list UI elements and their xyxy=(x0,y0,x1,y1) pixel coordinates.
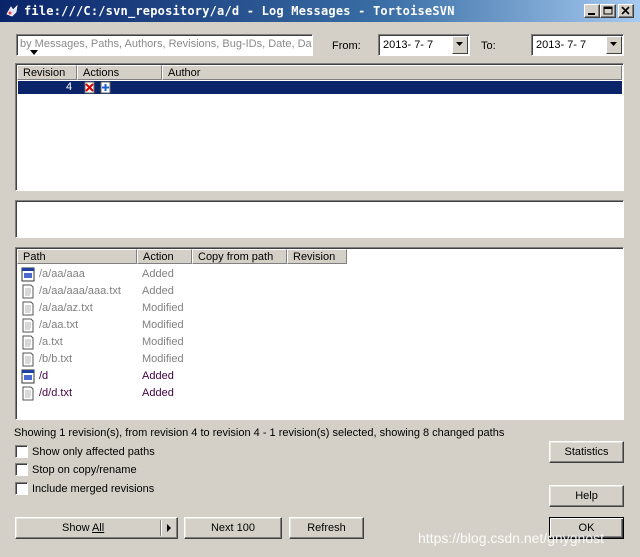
path-cell: /d/d.txt xyxy=(39,387,73,399)
action-cell: Added xyxy=(142,285,174,297)
show-affected-checkbox[interactable] xyxy=(15,445,28,458)
show-affected-label[interactable]: Show only affected paths xyxy=(32,446,155,458)
show-all-label: Show xyxy=(62,522,92,534)
search-input[interactable]: by Messages, Paths, Authors, Revisions, … xyxy=(16,34,313,56)
from-date-picker[interactable]: 2013- 7- 7 xyxy=(378,34,470,56)
from-date-dropdown-button[interactable] xyxy=(452,36,468,54)
include-merged-label[interactable]: Include merged revisions xyxy=(32,483,154,495)
title-bar[interactable]: file:///C:/svn_repository/a/d - Log Mess… xyxy=(0,0,640,22)
action-cell: Modified xyxy=(142,336,184,348)
column-header-copy-from-path[interactable]: Copy from path xyxy=(192,249,287,264)
stop-on-copy-label[interactable]: Stop on copy/rename xyxy=(32,464,137,476)
show-all-button[interactable]: Show All xyxy=(15,517,178,539)
text-file-icon xyxy=(22,386,34,401)
path-row[interactable]: /a.txt Modified xyxy=(19,334,609,351)
maximize-icon xyxy=(603,6,613,15)
column-header-revision[interactable]: Revision xyxy=(287,249,347,264)
from-label: From: xyxy=(332,40,361,52)
stop-on-copy-checkbox[interactable] xyxy=(15,463,28,476)
column-header-action[interactable]: Action xyxy=(137,249,192,264)
path-cell: /b/b.txt xyxy=(39,353,73,365)
help-button[interactable]: Help xyxy=(549,485,624,507)
revisions-list[interactable]: Revision Actions Author 4 xyxy=(15,63,624,191)
chevron-down-icon xyxy=(610,42,617,46)
column-header-actions[interactable]: Actions xyxy=(77,65,162,80)
maximize-button[interactable] xyxy=(600,4,616,18)
minimize-button[interactable] xyxy=(584,4,600,18)
to-date-dropdown-button[interactable] xyxy=(606,36,622,54)
path-cell: /a/aa.txt xyxy=(39,319,79,331)
search-filter-dropdown-icon[interactable] xyxy=(30,50,38,56)
text-file-icon xyxy=(22,318,34,333)
window-title: file:///C:/svn_repository/a/d - Log Mess… xyxy=(24,4,455,18)
action-cell: Added xyxy=(142,387,174,399)
split-divider xyxy=(160,520,161,536)
delete-action-icon xyxy=(84,81,95,94)
minimize-icon xyxy=(588,13,595,15)
tortoise-svn-icon xyxy=(6,4,18,17)
path-cell: /a.txt xyxy=(39,336,63,348)
statistics-button[interactable]: Statistics xyxy=(549,441,624,463)
to-date-picker[interactable]: 2013- 7- 7 xyxy=(531,34,624,56)
path-row[interactable]: /d/d.txt Added xyxy=(19,385,609,402)
path-cell: /a/aa/aaa xyxy=(39,268,85,280)
add-action-icon xyxy=(100,81,111,94)
path-row[interactable]: /d Added xyxy=(19,368,609,385)
refresh-button[interactable]: Refresh xyxy=(289,517,364,539)
close-icon xyxy=(621,6,630,15)
column-header-path[interactable]: Path xyxy=(17,249,137,264)
action-cell: Modified xyxy=(142,319,184,331)
log-messages-window: file:///C:/svn_repository/a/d - Log Mess… xyxy=(0,0,640,557)
close-button[interactable] xyxy=(618,4,634,18)
path-row[interactable]: /a/aa/aaa Added xyxy=(19,266,609,283)
path-row[interactable]: /a/aa/aaa/aaa.txt Added xyxy=(19,283,609,300)
folder-file-icon xyxy=(21,369,35,384)
column-header-author[interactable]: Author xyxy=(162,65,622,80)
revision-row[interactable]: 4 xyxy=(18,81,622,94)
status-text: Showing 1 revision(s), from revision 4 t… xyxy=(14,427,505,439)
action-cell: Added xyxy=(142,370,174,382)
revision-number: 4 xyxy=(66,81,73,93)
show-all-label-accel: All xyxy=(91,522,105,534)
chevron-right-icon[interactable] xyxy=(164,522,174,534)
path-row[interactable]: /a/aa/az.txt Modified xyxy=(19,300,609,317)
changed-paths-list[interactable]: Path Action Copy from path Revision /a/a… xyxy=(15,247,624,420)
path-row[interactable]: /b/b.txt Modified xyxy=(19,351,609,368)
path-row[interactable]: /a/aa.txt Modified xyxy=(19,317,609,334)
action-cell: Modified xyxy=(142,353,184,365)
next-100-button[interactable]: Next 100 xyxy=(184,517,282,539)
path-cell: /d xyxy=(39,370,49,382)
action-cell: Modified xyxy=(142,302,184,314)
folder-file-icon xyxy=(21,267,35,282)
text-file-icon xyxy=(22,335,34,350)
include-merged-checkbox[interactable] xyxy=(15,482,28,495)
to-label: To: xyxy=(481,40,496,52)
chevron-down-icon xyxy=(456,42,463,46)
action-cell: Added xyxy=(142,268,174,280)
path-cell: /a/aa/az.txt xyxy=(39,302,93,314)
log-message-box[interactable] xyxy=(15,200,624,238)
path-cell: /a/aa/aaa/aaa.txt xyxy=(39,285,121,297)
watermark-text: https://blog.csdn.net/gnygnost xyxy=(418,530,605,546)
text-file-icon xyxy=(22,352,34,367)
text-file-icon xyxy=(22,284,34,299)
column-header-revision[interactable]: Revision xyxy=(17,65,77,80)
text-file-icon xyxy=(22,301,34,316)
